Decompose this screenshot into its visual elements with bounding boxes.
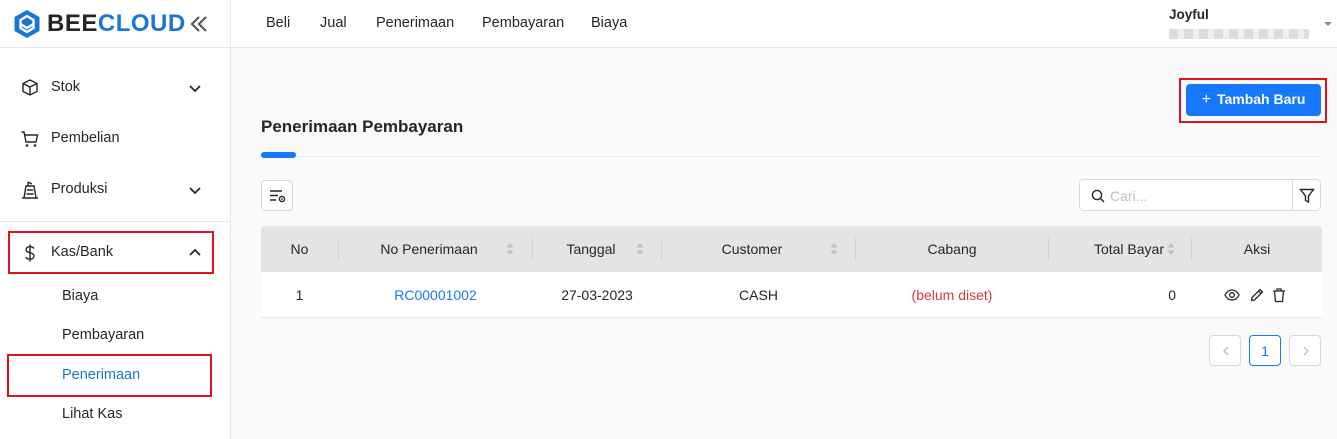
chevron-up-icon	[189, 248, 201, 256]
sidebar-item-label: Produksi	[51, 181, 108, 197]
user-name[interactable]: Joyful	[1169, 7, 1209, 22]
column-settings-icon	[270, 190, 286, 203]
sidebar-subitem-label: Biaya	[62, 288, 99, 304]
cell-total-bayar: 0	[1168, 287, 1176, 303]
table-header: No No Penerimaan Tanggal Customer Cabang…	[261, 226, 1322, 272]
sidebar-subitem-label: Penerimaan	[62, 367, 141, 383]
add-new-button-label: Tambah Baru	[1216, 91, 1306, 107]
column-header-cabang: Cabang	[927, 241, 977, 257]
topnav-beli[interactable]: Beli	[266, 15, 290, 31]
chevron-down-icon	[189, 85, 201, 93]
topnav-penerimaan[interactable]: Penerimaan	[376, 15, 454, 31]
sidebar-subitem-penerimaan[interactable]: Penerimaan	[0, 357, 231, 395]
column-header-no: No	[290, 241, 309, 257]
title-divider	[261, 156, 1322, 157]
column-header-customer[interactable]: Customer	[662, 226, 855, 272]
search-box[interactable]	[1079, 179, 1293, 211]
topnav-jual[interactable]: Jual	[320, 15, 347, 31]
pagination-prev-button[interactable]	[1209, 335, 1241, 366]
sidebar-subitem-lihat-kas[interactable]: Lihat Kas	[0, 396, 231, 434]
pagination-next-button[interactable]	[1289, 335, 1321, 366]
logo-row: BEECLOUD	[0, 0, 231, 48]
delete-trash-icon[interactable]	[1271, 287, 1287, 303]
sidebar-subitem-label: Pembayaran	[62, 327, 145, 343]
beecloud-logo-icon	[14, 10, 40, 38]
user-detail-redacted	[1169, 29, 1309, 39]
cell-customer: CASH	[739, 287, 778, 303]
view-eye-icon[interactable]	[1224, 287, 1240, 303]
sidebar-subitem-pembayaran[interactable]: Pembayaran	[0, 317, 231, 355]
filter-icon	[1299, 188, 1315, 204]
cart-icon	[21, 131, 39, 147]
sort-icon[interactable]	[830, 242, 838, 256]
sidebar-item-stok[interactable]: Stok	[0, 66, 231, 110]
sidebar-subitem-biaya[interactable]: Biaya	[0, 278, 231, 316]
column-settings-button[interactable]	[261, 180, 293, 211]
sidebar-item-label: Pembelian	[51, 130, 120, 146]
sort-icon[interactable]	[506, 242, 514, 256]
edit-pencil-icon[interactable]	[1249, 287, 1265, 303]
add-new-button[interactable]: + Tambah Baru	[1186, 84, 1321, 116]
chevron-down-icon	[189, 187, 201, 195]
column-header-aksi: Aksi	[1243, 241, 1271, 257]
pagination-page-1[interactable]: 1	[1249, 335, 1281, 366]
cube-icon	[22, 79, 38, 96]
chevron-right-icon	[1303, 346, 1309, 356]
filter-button[interactable]	[1292, 179, 1321, 211]
sidebar-item-produksi[interactable]: Produksi	[0, 168, 231, 212]
caret-down-icon[interactable]	[1323, 20, 1333, 28]
sidebar-item-label: Kas/Bank	[51, 244, 114, 260]
column-header-tanggal[interactable]: Tanggal	[533, 226, 661, 272]
sidebar-item-pembelian[interactable]: Pembelian	[0, 117, 231, 161]
topnav-biaya[interactable]: Biaya	[591, 15, 627, 31]
sidebar-item-label: Stok	[51, 79, 81, 95]
sidebar-item-kas-bank[interactable]: Kas/Bank	[0, 231, 231, 275]
sidebar-divider	[0, 221, 231, 222]
cell-tanggal: 27-03-2023	[561, 287, 633, 303]
top-navigation: Beli Jual Penerimaan Pembayaran Biaya Jo…	[231, 0, 1337, 48]
pagination-page-number: 1	[1261, 343, 1269, 359]
search-input[interactable]	[1110, 186, 1285, 205]
dollar-icon	[24, 244, 35, 262]
table-row: 1 RC00001002 27-03-2023 CASH (belum dise…	[261, 272, 1322, 318]
cell-no-penerimaan-link[interactable]: RC00001002	[339, 287, 532, 303]
factory-icon	[22, 181, 38, 199]
search-icon	[1091, 189, 1105, 203]
brand-name: BEECLOUD	[47, 10, 186, 37]
plus-icon: +	[1201, 91, 1211, 108]
column-header-no-penerimaan[interactable]: No Penerimaan	[339, 226, 532, 272]
cell-cabang: (belum diset)	[911, 287, 993, 303]
sidebar: BEECLOUD Stok Pembelian Produksi Kas/Ban…	[0, 0, 231, 439]
double-chevron-left-icon[interactable]	[187, 12, 211, 36]
page-title: Penerimaan Pembayaran	[261, 117, 464, 136]
sidebar-subitem-label: Lihat Kas	[62, 406, 123, 422]
chevron-left-icon	[1223, 346, 1229, 356]
topnav-pembayaran[interactable]: Pembayaran	[482, 15, 564, 31]
title-underline-accent	[261, 152, 296, 158]
column-header-total-bayar[interactable]: Total Bayar	[1049, 226, 1191, 272]
sort-icon[interactable]	[1167, 242, 1175, 256]
sort-icon[interactable]	[636, 242, 644, 256]
cell-no: 1	[295, 287, 304, 303]
